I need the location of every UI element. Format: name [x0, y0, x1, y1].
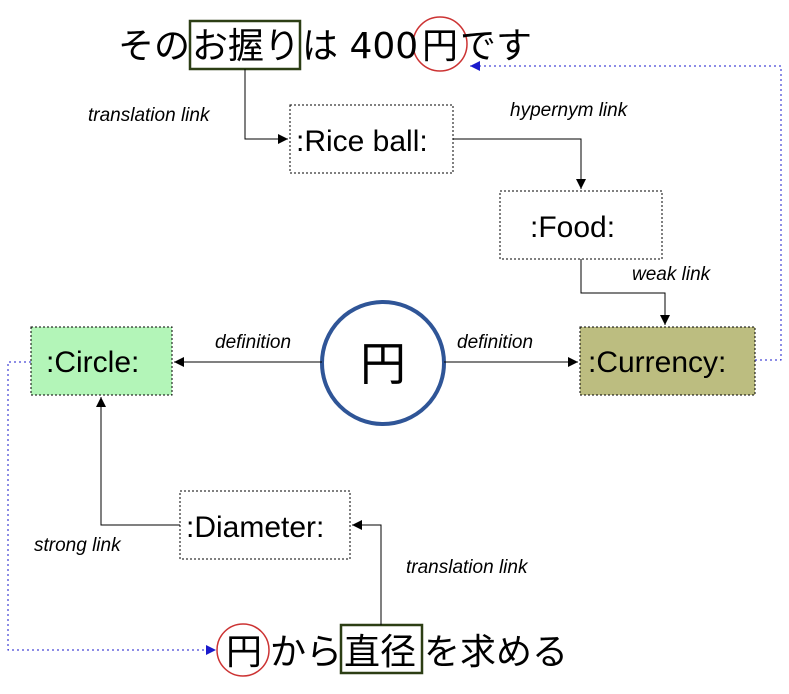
- center-kanji-node-label: 円: [360, 337, 406, 391]
- translation-link-bottom-arrow: [352, 520, 382, 625]
- bottom-sentence-middle: から: [270, 632, 342, 673]
- translation-link-bottom-label: translation link: [406, 557, 529, 578]
- translation-link-top-arrow: [244, 69, 288, 144]
- hypernym-link-arrow: [453, 138, 586, 189]
- definition-left-label: definition: [215, 332, 291, 353]
- top-sentence-suffix: です: [460, 26, 532, 67]
- currency-node-label: :Currency:: [588, 346, 726, 379]
- translation-link-top-label: translation link: [88, 105, 211, 126]
- concept-diagram: その お握り は 400 円 です 円 から 直径 を求める :Rice bal…: [7, 16, 782, 677]
- rice-ball-node-label: :Rice ball:: [296, 125, 428, 158]
- hypernym-link-label: hypernym link: [510, 100, 629, 121]
- weak-link-label: weak link: [632, 264, 712, 285]
- bottom-sentence-boxed-word: 直径: [344, 632, 416, 673]
- top-sentence-prefix: その: [118, 26, 190, 67]
- food-node-label: :Food:: [530, 211, 615, 244]
- top-sentence-boxed-word: お握り: [192, 26, 300, 67]
- bottom-sentence-suffix: を求める: [424, 632, 568, 673]
- diameter-node-label: :Diameter:: [186, 511, 324, 544]
- strong-link-arrow: [96, 397, 180, 526]
- circle-node-label: :Circle:: [46, 346, 139, 379]
- bottom-sentence-circled-kanji: 円: [226, 632, 262, 673]
- top-sentence-middle: は 400: [302, 26, 418, 67]
- strong-link-label: strong link: [34, 535, 122, 556]
- top-sentence-circled-kanji: 円: [422, 26, 458, 67]
- definition-right-label: definition: [457, 332, 533, 353]
